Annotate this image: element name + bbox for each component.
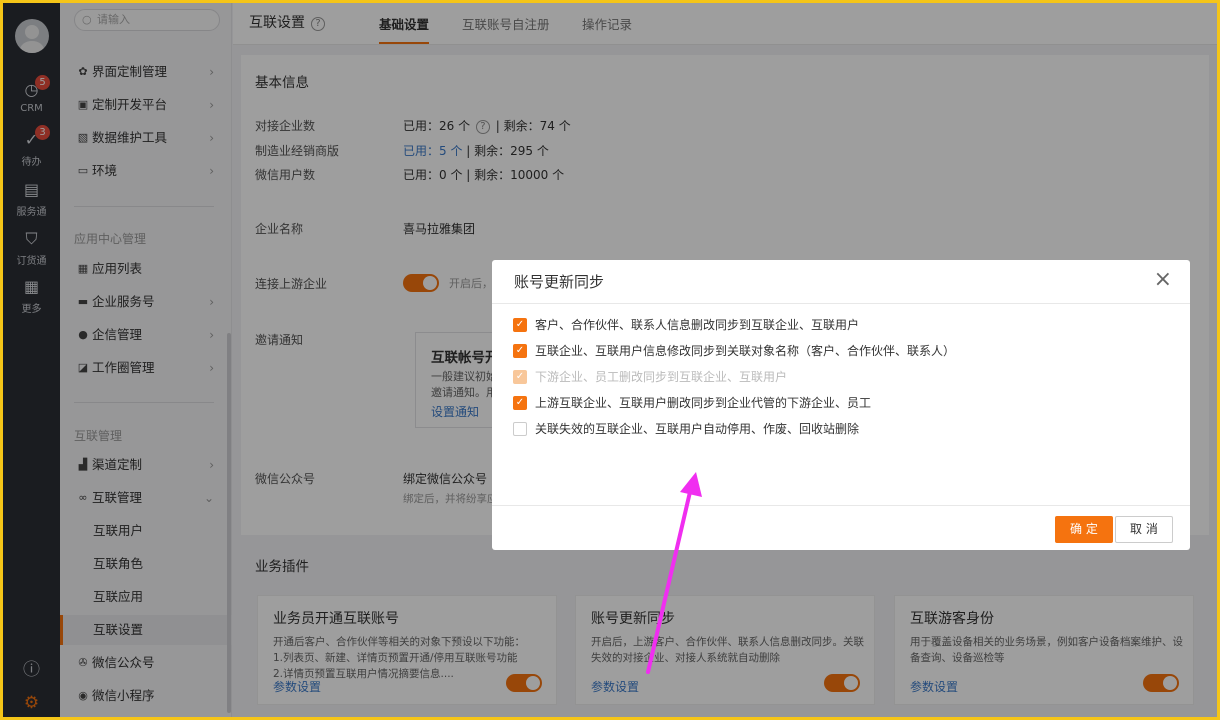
confirm-button[interactable]: 确 定 [1055,516,1113,543]
option-label: 下游企业、员工删改同步到互联企业、互联用户 [535,370,788,384]
modal-footer: 确 定 取 消 [492,505,1190,550]
option-label: 关联失效的互联企业、互联用户自动停用、作废、回收站删除 [535,422,860,436]
checkbox-checked-icon[interactable]: ✓ [513,344,527,358]
option-label: 客户、合作伙伴、联系人信息删改同步到互联企业、互联用户 [535,318,860,332]
option-label: 上游互联企业、互联用户删改同步到企业代管的下游企业、员工 [535,396,872,410]
checkbox-unchecked-icon[interactable] [513,422,527,436]
checkbox-checked-icon[interactable]: ✓ [513,396,527,410]
modal-title: 账号更新同步 [514,273,605,291]
checkbox-disabled-icon: ✓ [513,370,527,384]
modal-header: 账号更新同步 × [492,260,1190,304]
option-label: 互联企业、互联用户信息修改同步到关联对象名称（客户、合作伙伴、联系人） [535,344,956,358]
close-icon[interactable]: × [1154,267,1172,293]
checkbox-checked-icon[interactable]: ✓ [513,318,527,332]
account-sync-modal: 账号更新同步 × ✓ 客户、合作伙伴、联系人信息删改同步到互联企业、互联用户 ✓… [492,260,1190,550]
cancel-button[interactable]: 取 消 [1115,516,1173,543]
